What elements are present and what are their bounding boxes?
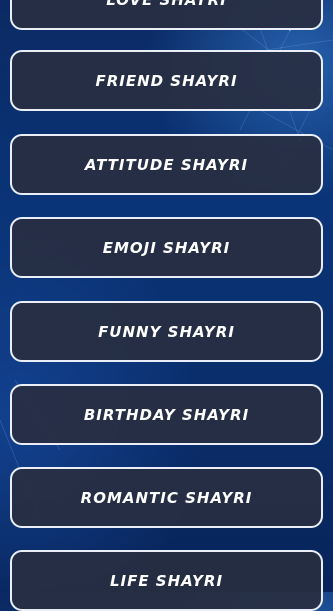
love-shayri-button[interactable]: LOVE SHAYRI bbox=[10, 0, 323, 30]
romantic-shayri-label: ROMANTIC SHAYRI bbox=[80, 488, 253, 507]
funny-shayri-label: FUNNY SHAYRI bbox=[98, 322, 235, 341]
life-shayri-label: LIFE SHAYRI bbox=[109, 571, 224, 590]
emoji-shayri-label: EMOJI SHAYRI bbox=[102, 238, 231, 257]
funny-shayri-button[interactable]: FUNNY SHAYRI bbox=[10, 301, 323, 362]
friend-shayri-label: FRIEND SHAYRI bbox=[95, 71, 238, 90]
birthday-shayri-label: BIRTHDAY SHAYRI bbox=[83, 405, 250, 424]
shayri-category-list: LOVE SHAYRI FRIEND SHAYRI ATTITUDE SHAYR… bbox=[0, 0, 333, 611]
life-shayri-button[interactable]: LIFE SHAYRI bbox=[10, 550, 323, 611]
romantic-shayri-button[interactable]: ROMANTIC SHAYRI bbox=[10, 467, 323, 528]
attitude-shayri-label: ATTITUDE SHAYRI bbox=[84, 155, 249, 174]
attitude-shayri-button[interactable]: ATTITUDE SHAYRI bbox=[10, 134, 323, 195]
love-shayri-label: LOVE SHAYRI bbox=[106, 0, 227, 9]
friend-shayri-button[interactable]: FRIEND SHAYRI bbox=[10, 50, 323, 111]
emoji-shayri-button[interactable]: EMOJI SHAYRI bbox=[10, 217, 323, 278]
birthday-shayri-button[interactable]: BIRTHDAY SHAYRI bbox=[10, 384, 323, 445]
